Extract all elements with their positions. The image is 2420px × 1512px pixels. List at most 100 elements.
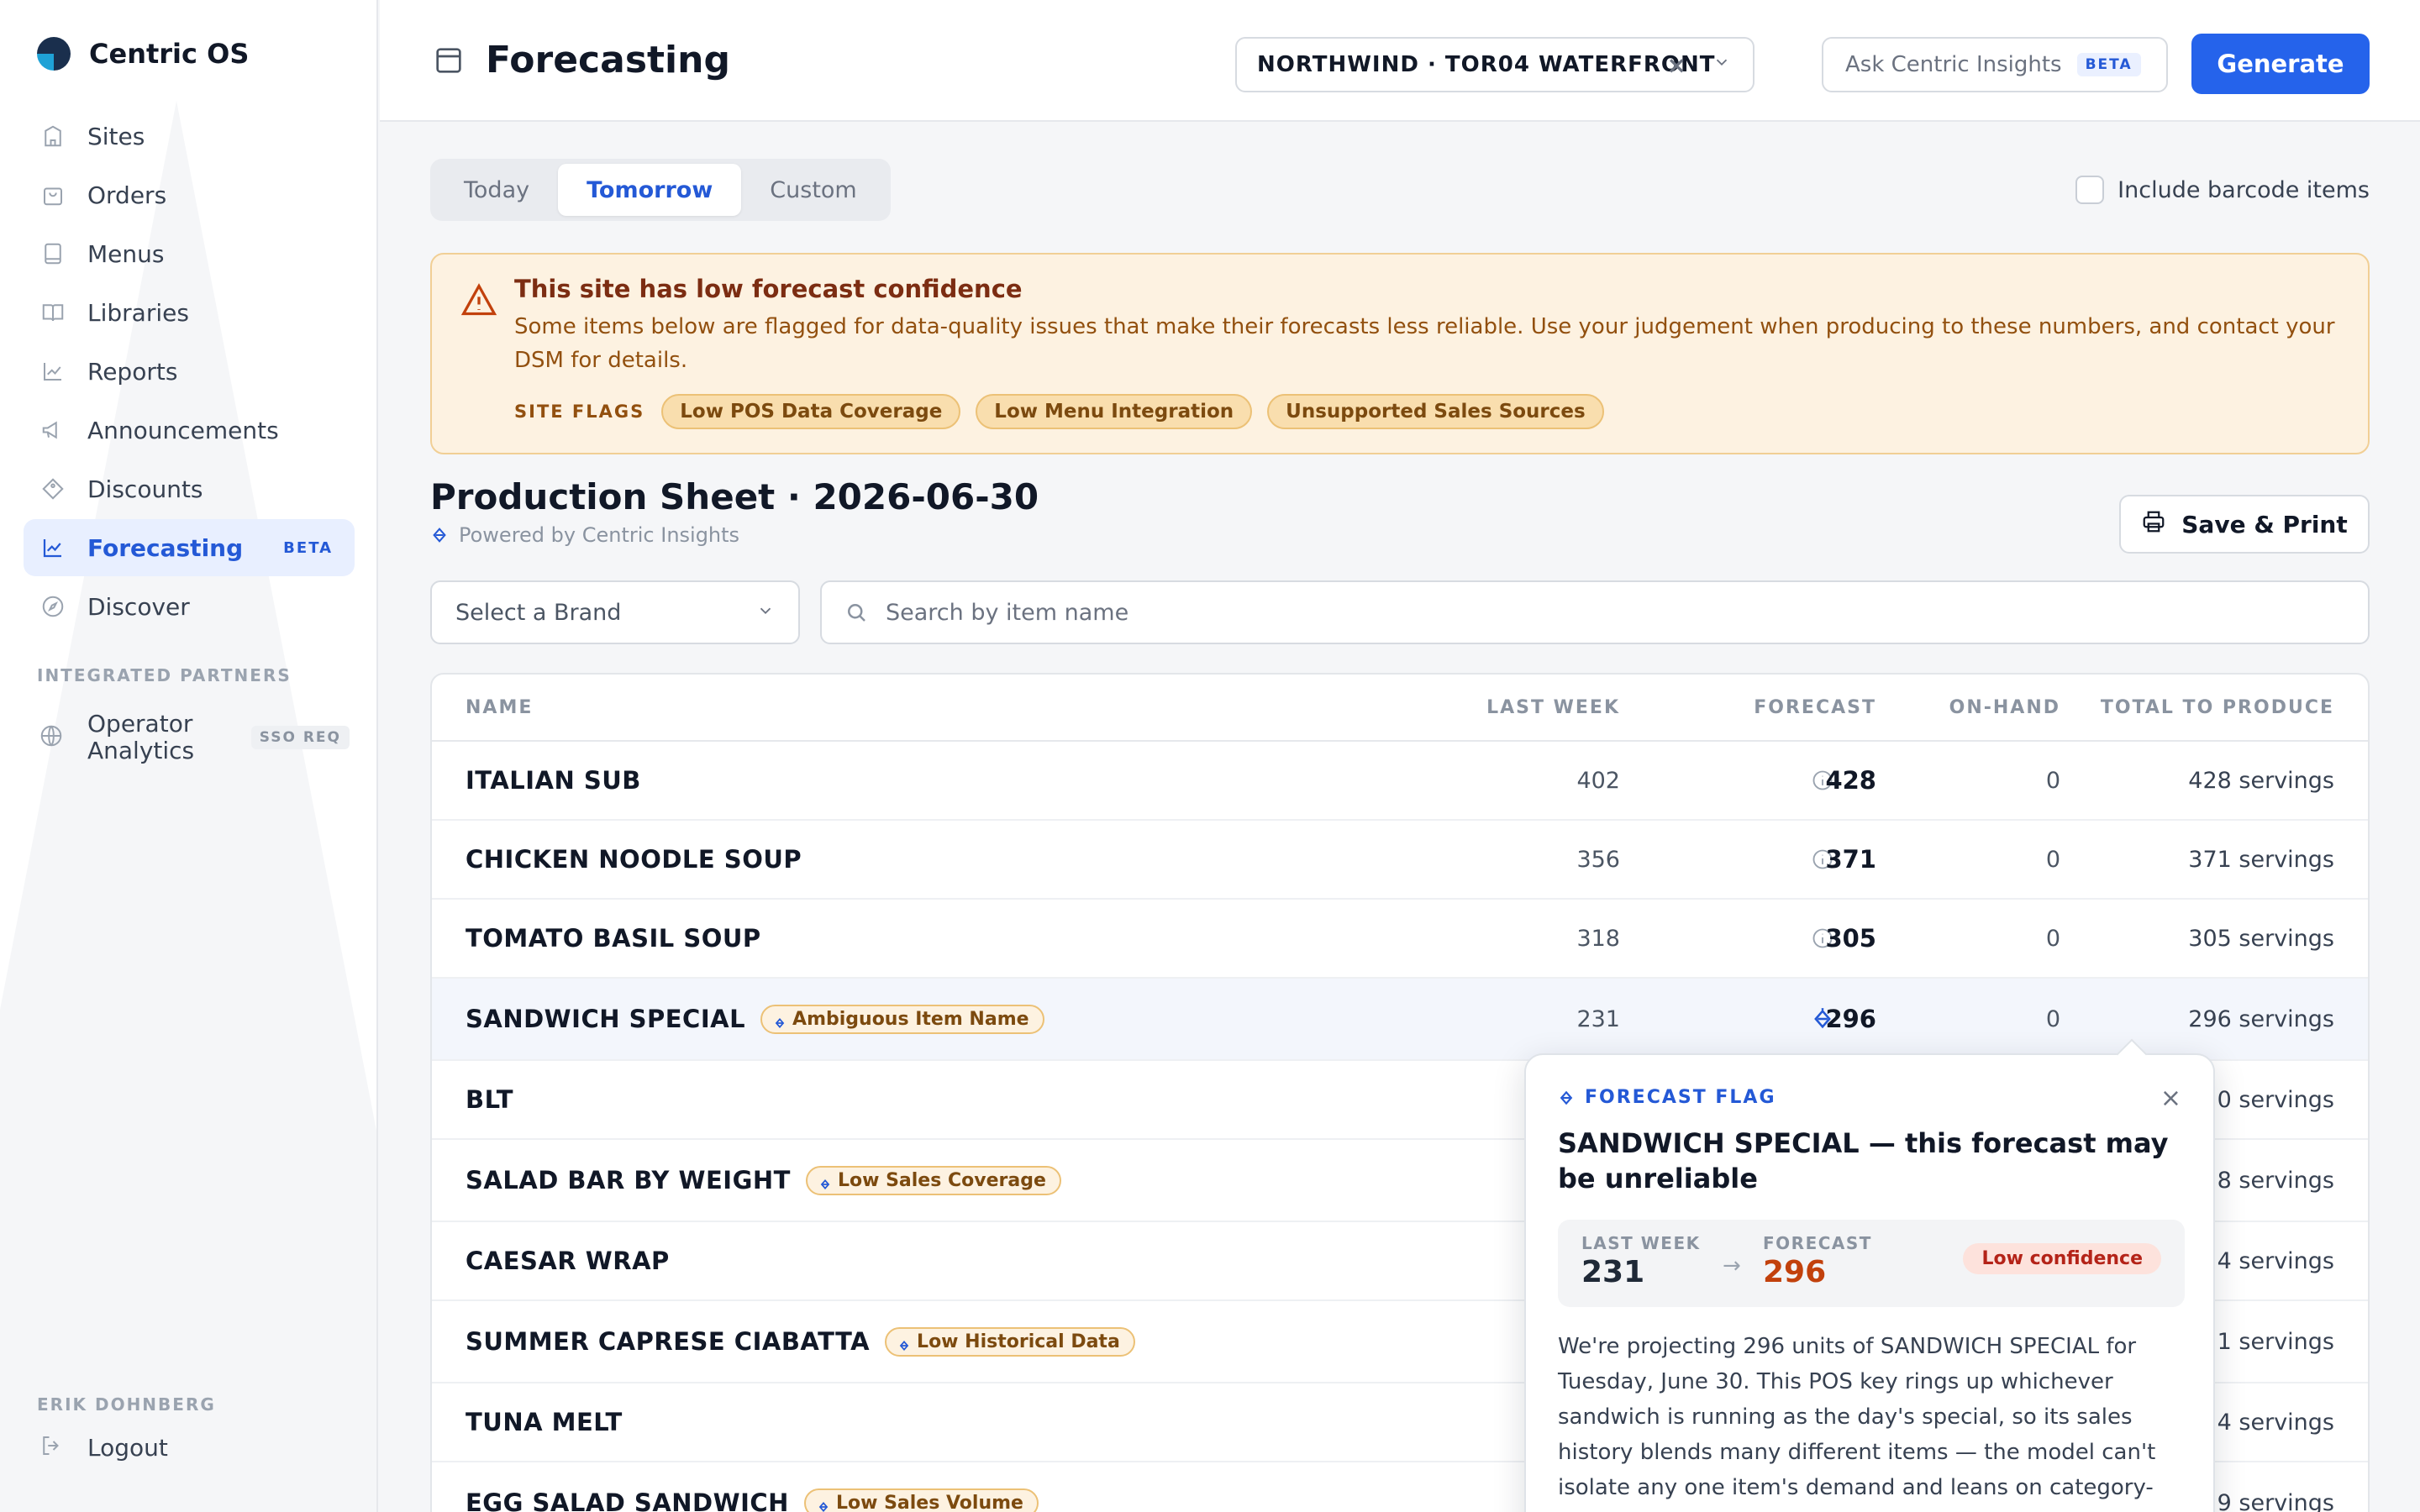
sidebar-item-label: Reports [87,357,178,386]
sidebar-item-discounts[interactable]: Discounts [24,460,355,517]
chevron-down-icon [756,600,775,626]
sidebar-item-label: Operator Analytics [87,710,195,764]
stat-label: FORECAST [1763,1233,1872,1253]
sidebar-item-label: Forecasting [87,533,244,562]
beta-badge: BETA [2076,53,2141,76]
total-value: 0 servings [2217,1086,2334,1113]
forecast-value: 296 [1825,1005,1876,1033]
item-name: CAESAR WRAP [466,1247,670,1275]
book-icon [39,239,67,268]
powered-by: Powered by Centric Insights [430,523,739,547]
barcode-checkbox[interactable] [2075,176,2105,204]
search-placeholder: Search by item name [886,599,1129,626]
sidebar-item-forecasting[interactable]: Forecasting BETA [24,519,355,576]
include-barcode-toggle[interactable]: Include barcode items [2075,176,2370,204]
sidebar-item-libraries[interactable]: Libraries [24,284,355,341]
brand[interactable]: Centric OS [37,37,249,71]
col-header-last-week[interactable]: LAST WEEK [1486,697,1620,718]
item-name-cell: EGG SALAD SANDWICH Low Sales Volume [466,1488,1039,1512]
item-flag-tag[interactable]: Low Sales Coverage [805,1165,1061,1195]
sidebar-item-discover[interactable]: Discover [24,578,355,635]
col-header-total[interactable]: TOTAL TO PRODUCE [2101,697,2334,718]
sidebar-item-label: Discover [87,592,190,621]
alert-title: This site has low forecast confidence [514,275,1023,303]
ask-insights-input[interactable]: Ask Centric Insights BETA [1822,37,2168,92]
item-name: SALAD BAR BY WEIGHT [466,1166,791,1194]
alert-body: Some items below are flagged for data-qu… [514,314,2335,373]
item-name-cell: SUMMER CAPRESE CIABATTA Low Historical D… [466,1326,1135,1357]
close-icon[interactable]: × [2160,1084,2181,1113]
last-week-value: 402 [1576,767,1620,794]
total-value: 305 servings [2188,925,2334,952]
user-name-label: ERIK DOHNBERG [37,1394,216,1415]
insights-icon [1558,1089,1575,1106]
forecast-value: 371 [1825,845,1876,874]
item-name: BLT [466,1085,514,1114]
centric-logo-icon [37,37,71,71]
megaphone-icon [39,416,67,444]
stat-label: LAST WEEK [1581,1233,1701,1253]
insights-icon [819,1174,831,1189]
item-flag-label: Low Sales Coverage [837,1169,1046,1191]
table-row[interactable]: TOMATO BASIL SOUP 318 305 0 305 servings [432,900,2368,979]
total-value: 1 servings [2217,1328,2334,1355]
clear-icon[interactable]: × [1667,51,1687,79]
tab-today[interactable]: Today [435,164,558,216]
col-header-forecast[interactable]: FORECAST [1754,697,1876,718]
tab-custom[interactable]: Custom [741,164,885,216]
sidebar-item-sites[interactable]: Sites [24,108,355,165]
col-header-name[interactable]: NAME [466,697,533,718]
site-flag-chip: Low POS Data Coverage [661,394,961,429]
logout-button[interactable]: Logout [39,1433,168,1462]
col-header-on-hand[interactable]: ON-HAND [1949,697,2060,718]
top-header: Forecasting NORTHWIND · TOR04 WATERFRONT… [380,0,2420,122]
item-flag-tag[interactable]: Ambiguous Item Name [760,1004,1044,1034]
total-value: 296 servings [2188,1005,2334,1032]
partners-section-label: INTEGRATED PARTNERS [37,665,292,685]
sidebar-item-operator-analytics[interactable]: Operator Analytics SSO REQ [39,711,350,764]
table-row[interactable]: ITALIAN SUB 402 428 0 428 servings [432,742,2368,821]
item-name: SUMMER CAPRESE CIABATTA [466,1327,871,1356]
popover-stats: LAST WEEK 231 → FORECAST 296 Low confide… [1558,1220,2185,1307]
item-flag-tag[interactable]: Low Sales Volume [803,1488,1039,1512]
stat-forecast: FORECAST 296 [1763,1233,1872,1289]
generate-button[interactable]: Generate [2191,34,2370,94]
insights-icon [898,1336,910,1351]
item-name-cell: SANDWICH SPECIAL Ambiguous Item Name [466,1004,1044,1034]
on-hand-value: 0 [2045,767,2060,794]
item-flag-tag[interactable]: Low Historical Data [885,1326,1135,1357]
sidebar-nav: Sites Orders Menus Libraries Reports Ann… [24,108,355,637]
item-name: EGG SALAD SANDWICH [466,1488,789,1512]
forecast-value: 428 [1825,766,1876,795]
confidence-badge: Low confidence [1963,1243,2161,1274]
site-flags-label: SITE FLAGS [514,402,645,422]
sidebar-item-orders[interactable]: Orders [24,166,355,223]
brand-select-placeholder: Select a Brand [455,599,622,626]
tab-tomorrow[interactable]: Tomorrow [558,164,742,216]
sidebar-item-label: Sites [87,122,145,150]
sidebar-item-menus[interactable]: Menus [24,225,355,282]
table-row[interactable]: CHICKEN NOODLE SOUP 356 371 0 371 servin… [432,821,2368,900]
insights-icon [430,526,449,544]
item-search-input[interactable]: Search by item name [820,580,2370,644]
brand-select[interactable]: Select a Brand [430,580,800,644]
sidebar-item-reports[interactable]: Reports [24,343,355,400]
barcode-label: Include barcode items [2118,176,2370,203]
chevron-down-icon [1712,52,1731,77]
globe-icon [39,723,67,752]
page-title: Forecasting [432,39,730,81]
sidebar-item-announcements[interactable]: Announcements [24,402,355,459]
production-sheet-title: Production Sheet · 2026-06-30 [430,476,1039,517]
last-week-value: 318 [1576,925,1620,952]
on-hand-value: 0 [2045,925,2060,952]
site-flag-chip: Low Menu Integration [976,394,1253,429]
table-row-selected[interactable]: SANDWICH SPECIAL Ambiguous Item Name 231… [432,979,2368,1061]
site-selector[interactable]: NORTHWIND · TOR04 WATERFRONT × [1235,37,1754,92]
trend-icon [39,533,67,562]
stat-value: 231 [1581,1255,1645,1289]
sso-required-badge: SSO REQ [250,726,350,749]
warning-icon [460,281,497,318]
popover-title: SANDWICH SPECIAL — this forecast may be … [1558,1127,2169,1194]
last-week-value: 356 [1576,846,1620,873]
save-print-button[interactable]: Save & Print [2119,495,2370,554]
